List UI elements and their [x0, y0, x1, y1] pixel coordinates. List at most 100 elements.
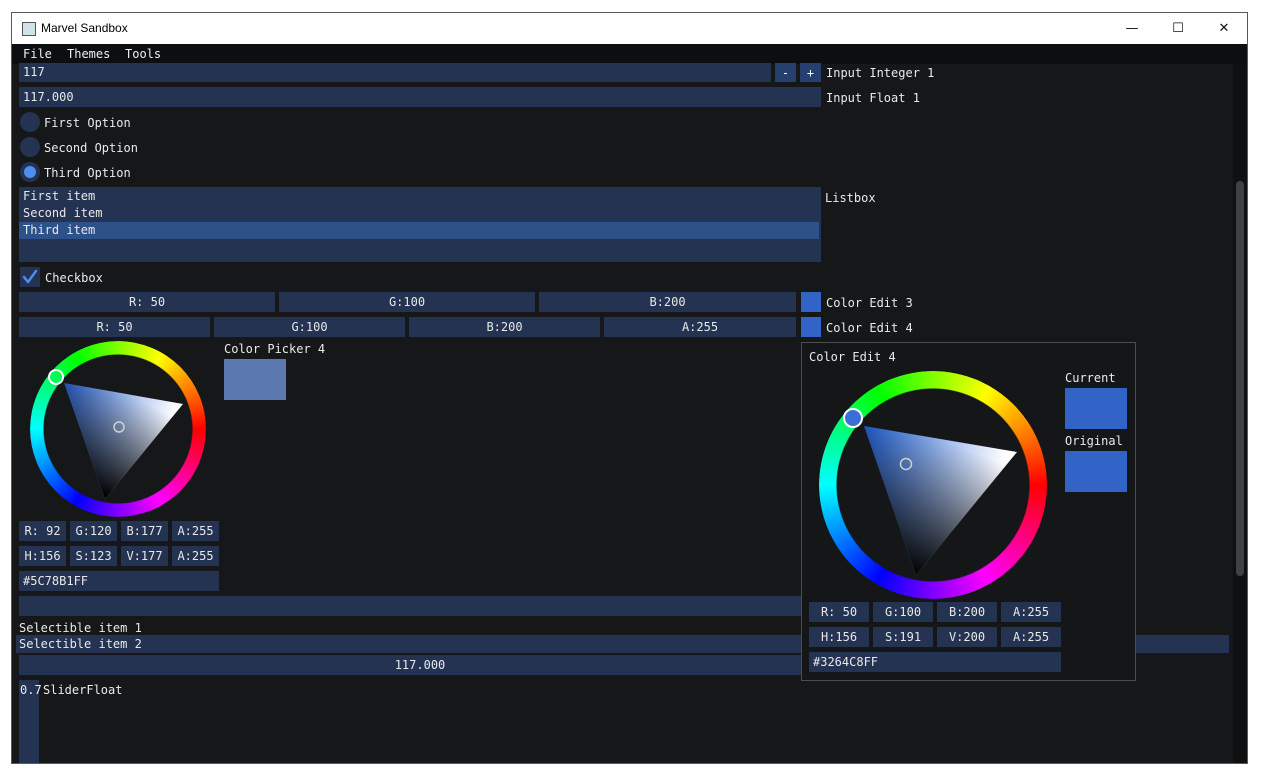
checkbox-label: Checkbox	[45, 271, 103, 285]
picker-a-value: A:255	[177, 524, 214, 538]
color-edit3-r-value: R: 50	[128, 295, 166, 309]
color-picker-hue-wheel[interactable]	[30, 341, 206, 517]
color-edit4-a[interactable]: A:255	[604, 317, 796, 337]
list-item[interactable]: Second item	[23, 205, 102, 222]
listbox-label: Listbox	[825, 191, 876, 205]
list-item-selected-highlight	[19, 222, 819, 239]
color-edit4-swatch[interactable]	[801, 317, 821, 337]
vertical-scrollbar[interactable]	[1233, 64, 1247, 763]
picker-alpha-field[interactable]: A:255	[172, 546, 219, 566]
list-item[interactable]: Third item	[23, 222, 95, 239]
radio-third-option[interactable]	[20, 162, 40, 182]
popup-sv-triangle[interactable]	[819, 371, 1047, 599]
color-picker-label: Color Picker 4	[224, 342, 326, 356]
color-edit4-r[interactable]: R: 50	[19, 317, 210, 337]
popup-r-field[interactable]: R: 50	[809, 602, 869, 622]
input-integer-label: Input Integer 1	[826, 66, 935, 80]
popup-h-value: H:156	[820, 630, 858, 644]
minimize-button[interactable]: —	[1109, 13, 1155, 44]
selectable-item-2: Selectible item 2	[19, 637, 142, 651]
picker-b-field[interactable]: B:177	[121, 521, 168, 541]
listbox[interactable]: First item Second item Third item	[19, 187, 821, 262]
input-float-field[interactable]: 117.000	[19, 87, 821, 107]
color-edit3-label: Color Edit 3	[826, 296, 913, 310]
picker-b-value: B:177	[126, 524, 163, 538]
picker-r-field[interactable]: R: 92	[19, 521, 66, 541]
popup-b-value: B:200	[948, 605, 986, 619]
color-edit3-b-value: B:200	[649, 295, 686, 309]
popup-g-value: G:100	[884, 605, 922, 619]
close-button[interactable]: ✕	[1201, 13, 1247, 44]
color-edit3-g[interactable]: G:100	[279, 292, 535, 312]
app-icon	[22, 22, 36, 36]
picker-r-value: R: 92	[24, 524, 61, 538]
popup-a-field[interactable]: A:255	[1001, 602, 1061, 622]
picker-a-field[interactable]: A:255	[172, 521, 219, 541]
color-edit3-b[interactable]: B:200	[539, 292, 796, 312]
input-float-label: Input Float 1	[826, 91, 920, 105]
menu-themes[interactable]: Themes	[67, 47, 110, 61]
picker-h-field[interactable]: H:156	[19, 546, 66, 566]
color-edit4-b[interactable]: B:200	[409, 317, 600, 337]
window-title: Marvel Sandbox	[41, 21, 128, 35]
close-icon: ✕	[1218, 21, 1230, 36]
popup-b-field[interactable]: B:200	[937, 602, 997, 622]
popup-hue-wheel[interactable]	[819, 371, 1047, 599]
drag-float-field[interactable]: 117.000	[19, 655, 821, 675]
picker-v-field[interactable]: V:177	[121, 546, 168, 566]
picker-hex-value: #5C78B1FF	[23, 574, 89, 588]
input-integer-value: 117	[23, 65, 45, 79]
app-window: Marvel Sandbox — ☐ ✕ File Themes Tools 1…	[11, 12, 1248, 764]
minus-icon: -	[781, 65, 790, 80]
popup-h-field[interactable]: H:156	[809, 627, 869, 647]
popup-a-value: A:255	[1012, 605, 1050, 619]
selectable-item-1[interactable]: Selectible item 1	[19, 621, 142, 635]
picker-g-field[interactable]: G:120	[70, 521, 117, 541]
popup-v-value: V:200	[948, 630, 986, 644]
popup-hex-field[interactable]: #3264C8FF	[809, 652, 1061, 672]
plus-icon: +	[806, 65, 815, 80]
drag-float-value: 117.000	[394, 658, 446, 672]
minimize-icon: —	[1125, 21, 1139, 36]
popup-v-field[interactable]: V:200	[937, 627, 997, 647]
popup-s-field[interactable]: S:191	[873, 627, 933, 647]
color-edit4-g[interactable]: G:100	[214, 317, 405, 337]
color-edit4-b-value: B:200	[486, 320, 523, 334]
picker-g-value: G:120	[75, 524, 112, 538]
color-edit4-a-value: A:255	[681, 320, 719, 334]
popup-alpha-field[interactable]: A:255	[1001, 627, 1061, 647]
maximize-button[interactable]: ☐	[1155, 13, 1201, 44]
scrollbar-thumb[interactable]	[1236, 181, 1244, 576]
radio-second-option[interactable]	[20, 137, 40, 157]
color-picker-preview-swatch	[224, 359, 286, 400]
popup-g-field[interactable]: G:100	[873, 602, 933, 622]
input-integer-field[interactable]: 117	[19, 63, 771, 82]
color-edit4-g-value: G:100	[291, 320, 328, 334]
radio-first-option[interactable]	[20, 112, 40, 132]
list-item[interactable]: First item	[23, 188, 95, 205]
popup-title: Color Edit 4	[809, 350, 896, 364]
empty-input-field[interactable]	[19, 596, 821, 616]
popup-original-swatch[interactable]	[1065, 451, 1127, 492]
picker-h-value: H:156	[24, 549, 61, 563]
picker-s-field[interactable]: S:123	[70, 546, 117, 566]
popup-current-swatch	[1065, 388, 1127, 429]
popup-alpha-value: A:255	[1012, 630, 1050, 644]
popup-s-value: S:191	[884, 630, 922, 644]
menu-tools[interactable]: Tools	[125, 47, 161, 61]
checkbox[interactable]	[20, 267, 40, 287]
slider-float-vertical[interactable]: 0.7	[19, 680, 42, 763]
popup-r-value: R: 50	[820, 605, 858, 619]
color-edit3-r[interactable]: R: 50	[19, 292, 275, 312]
color-edit3-swatch[interactable]	[801, 292, 821, 312]
checkmark-icon	[22, 269, 38, 284]
picker-hex-field[interactable]: #5C78B1FF	[19, 571, 219, 591]
popup-hex-value: #3264C8FF	[813, 655, 879, 669]
menu-file[interactable]: File	[23, 47, 52, 61]
increment-button[interactable]: +	[800, 63, 821, 82]
sv-triangle[interactable]	[30, 341, 206, 517]
color-edit3-g-value: G:100	[388, 295, 426, 309]
decrement-button[interactable]: -	[775, 63, 796, 82]
maximize-icon: ☐	[1172, 21, 1184, 36]
color-edit4-popup: Color Edit 4 Current Original R: 50 G:10…	[801, 342, 1136, 681]
